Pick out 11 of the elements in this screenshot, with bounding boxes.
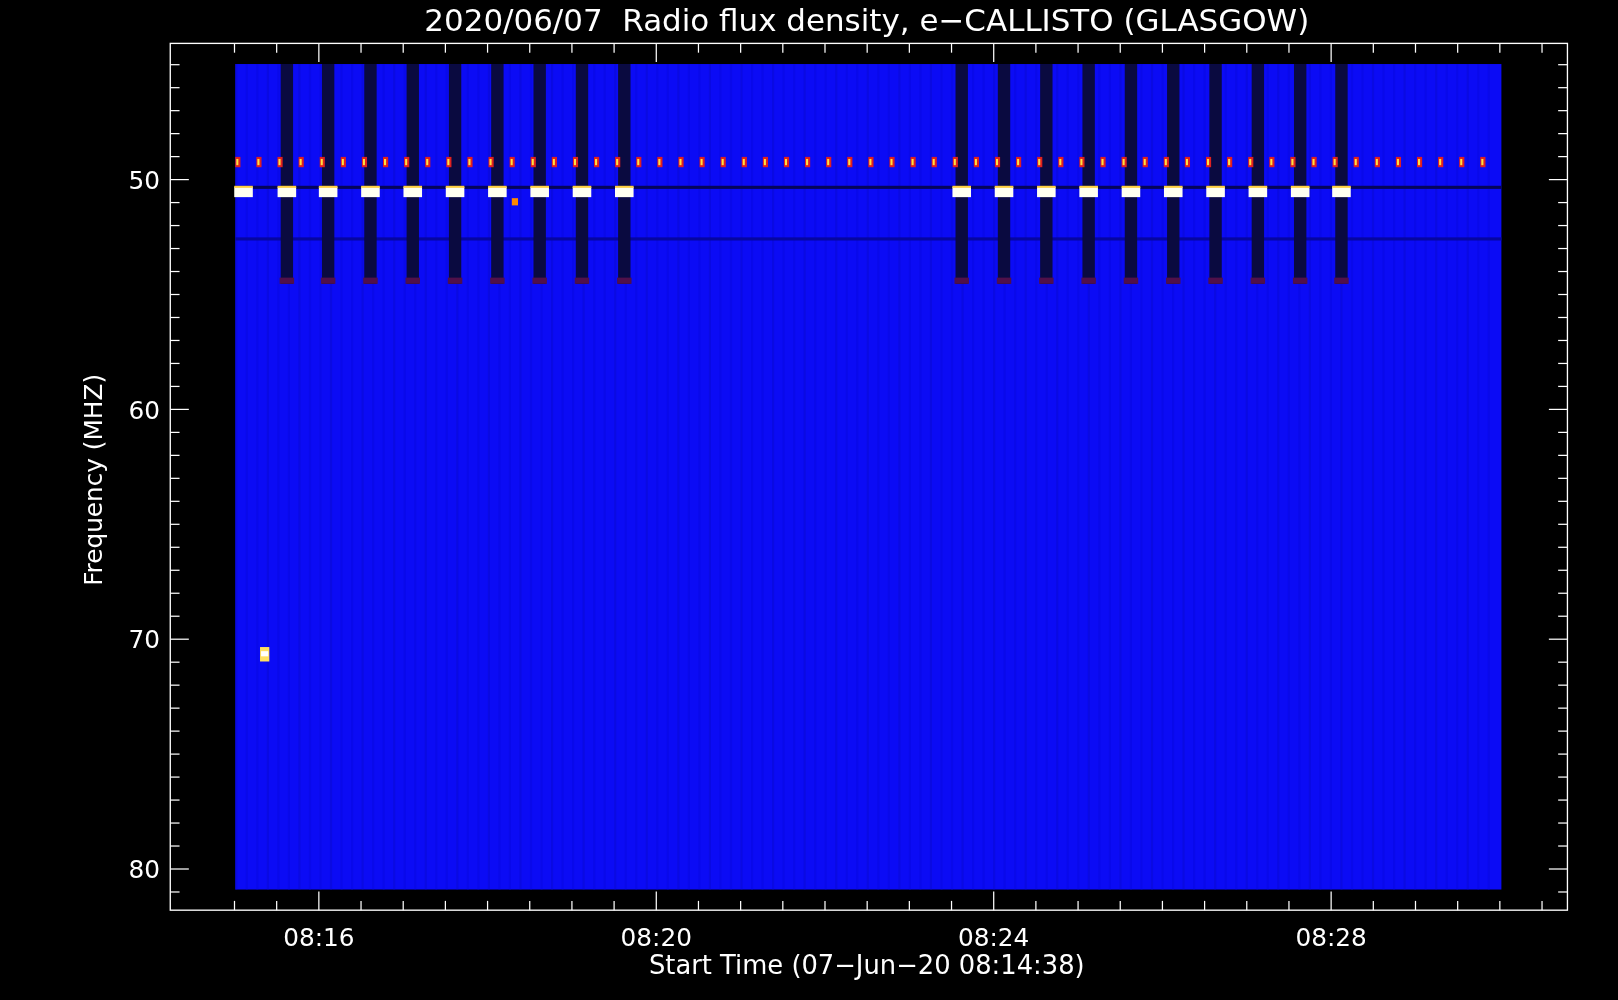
- tick-label: 50: [128, 165, 160, 195]
- tick-label: 08:16: [283, 923, 355, 953]
- tick-label: 70: [128, 625, 160, 655]
- axis-label: Start Time (07−Jun−20 08:14:38): [648, 950, 1085, 981]
- tick-label: 08:20: [620, 923, 692, 953]
- tick-label: 80: [128, 855, 160, 885]
- axis-label: Frequency (MHZ): [79, 373, 109, 586]
- chart-title: 2020/06/07 Radio flux density, e−CALLISTO (GLASGOW): [424, 2, 1310, 38]
- tick-label: 08:24: [958, 923, 1030, 953]
- tick-label: 08:28: [1295, 923, 1367, 953]
- tick-label: 60: [128, 395, 160, 425]
